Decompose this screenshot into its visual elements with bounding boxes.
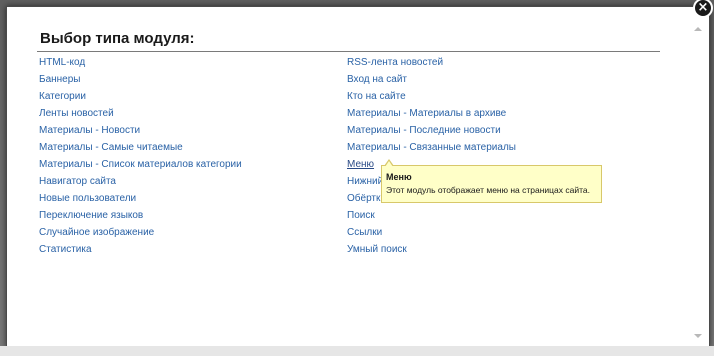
module-link[interactable]: Случайное изображение (39, 224, 242, 241)
module-link[interactable]: HTML-код (39, 54, 242, 71)
close-icon: × (697, 0, 709, 15)
page-bottom-strip (0, 346, 714, 356)
module-list-left: HTML-код Баннеры Категории Ленты новостей Ма… (39, 54, 242, 258)
module-link[interactable]: Поиск (347, 207, 516, 224)
scroll-up-arrow-icon[interactable] (694, 27, 702, 31)
module-link[interactable]: Переключение языков (39, 207, 242, 224)
vertical-scrollbar[interactable] (691, 19, 705, 344)
dialog-title: Выбор типа модуля: (40, 30, 195, 47)
module-link[interactable]: Материалы - Связанные материалы (347, 139, 516, 156)
module-link[interactable]: RSS-лента новостей (347, 54, 516, 71)
module-link[interactable]: Материалы - Новости (39, 122, 242, 139)
module-list-right: RSS-лента новостей Вход на сайт Кто на сай… (347, 54, 516, 258)
module-link[interactable]: Кто на сайте (347, 88, 516, 105)
module-link[interactable]: Вход на сайт (347, 71, 516, 88)
tooltip-description: Этот модуль отображает меню на страницах… (386, 185, 591, 195)
module-link[interactable]: Навигатор сайта (39, 173, 242, 190)
module-link[interactable]: Умный поиск (347, 241, 516, 258)
module-link[interactable]: Ленты новостей (39, 105, 242, 122)
module-link[interactable]: Ссылки (347, 224, 516, 241)
module-link[interactable]: Категории (39, 88, 242, 105)
module-type-dialog: Выбор типа модуля: HTML-код Баннеры Катего… (6, 6, 710, 348)
module-link[interactable]: Статистика (39, 241, 242, 258)
tooltip-title: Меню (386, 172, 412, 182)
module-link[interactable]: Баннеры (39, 71, 242, 88)
tooltip-arrow-fill (385, 161, 393, 167)
title-divider (37, 51, 660, 52)
module-link[interactable]: Материалы - Последние новости (347, 122, 516, 139)
module-link[interactable]: Материалы - Самые читаемые (39, 139, 242, 156)
module-link[interactable]: Материалы - Список материалов категории (39, 156, 242, 173)
scroll-down-arrow-icon[interactable] (694, 334, 702, 338)
module-link[interactable]: Материалы - Материалы в архиве (347, 105, 516, 122)
module-link[interactable]: Новые пользователи (39, 190, 242, 207)
module-tooltip: Меню Этот модуль отображает меню на стра… (381, 165, 602, 203)
